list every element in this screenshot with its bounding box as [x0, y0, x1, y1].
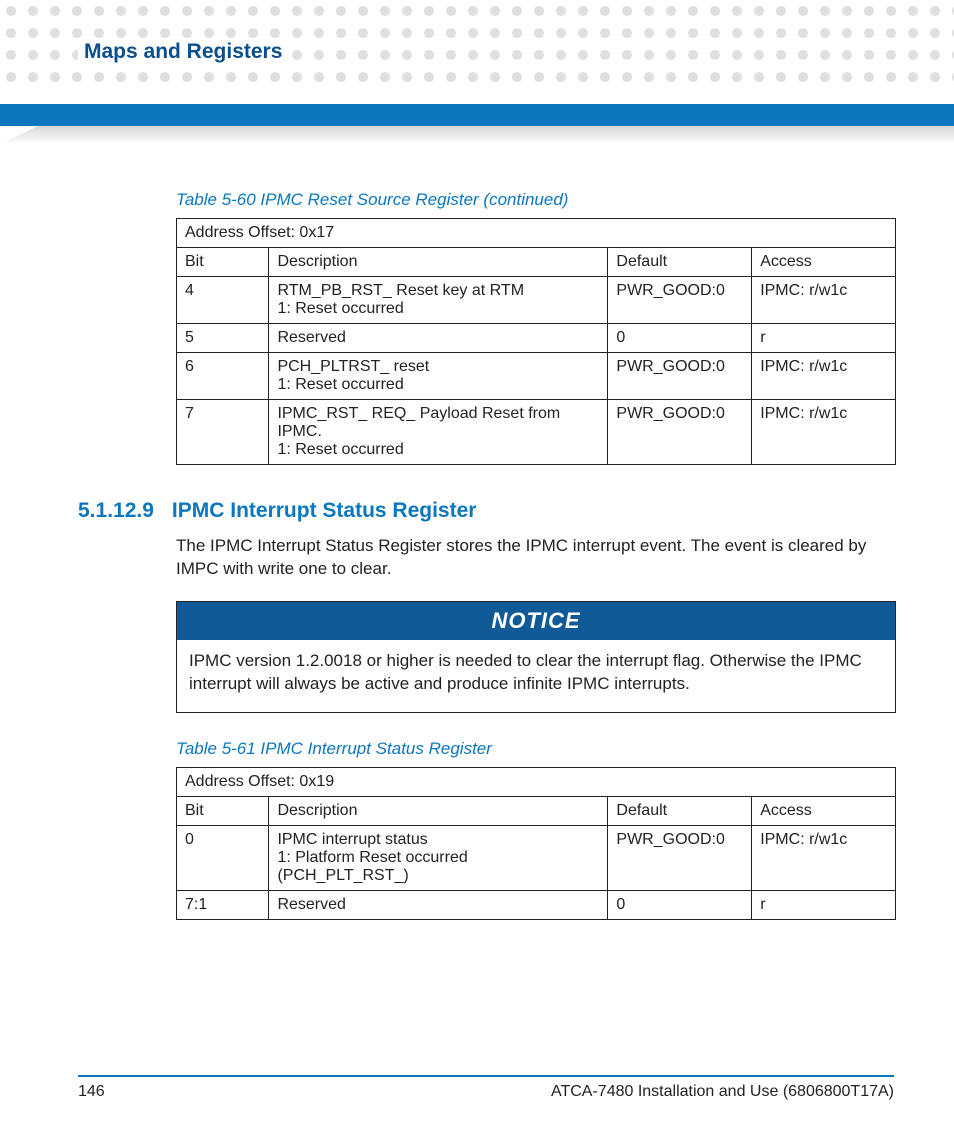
table1-col-acc: Access [752, 248, 896, 277]
section-paragraph: The IPMC Interrupt Status Register store… [176, 535, 894, 581]
table-row: 7 IPMC_RST_ REQ_ Payload Reset from IPMC… [177, 400, 896, 465]
table2-col-def: Default [608, 796, 752, 825]
table1-offset: Address Offset: 0x17 [177, 219, 896, 248]
table2-offset: Address Offset: 0x19 [177, 767, 896, 796]
table2-col-bit: Bit [177, 796, 269, 825]
notice-label: NOTICE [177, 602, 895, 640]
notice-box: NOTICE IPMC version 1.2.0018 or higher i… [176, 601, 896, 713]
table2-col-desc: Description [269, 796, 608, 825]
footer-rule [78, 1075, 894, 1077]
page-number: 146 [78, 1083, 105, 1101]
doc-id: ATCA-7480 Installation and Use (6806800T… [551, 1083, 894, 1101]
header-blue-bar [0, 104, 954, 126]
notice-body: IPMC version 1.2.0018 or higher is neede… [177, 640, 895, 712]
table2-col-acc: Access [752, 796, 896, 825]
page-footer: 146 ATCA-7480 Installation and Use (6806… [78, 1075, 894, 1101]
table1-col-def: Default [608, 248, 752, 277]
table-row: 6 PCH_PLTRST_ reset1: Reset occurred PWR… [177, 353, 896, 400]
table1-col-desc: Description [269, 248, 608, 277]
table-row: 4 RTM_PB_RST_ Reset key at RTM1: Reset o… [177, 277, 896, 324]
section-heading: 5.1.12.9 IPMC Interrupt Status Register [78, 499, 894, 523]
table-row: 7:1 Reserved 0 r [177, 890, 896, 919]
table2: Address Offset: 0x19 Bit Description Def… [176, 767, 896, 920]
section-title: IPMC Interrupt Status Register [172, 499, 477, 523]
table1: Address Offset: 0x17 Bit Description Def… [176, 218, 896, 465]
chapter-title: Maps and Registers [78, 40, 288, 64]
table2-caption: Table 5-61 IPMC Interrupt Status Registe… [176, 739, 894, 759]
table-row: 5 Reserved 0 r [177, 324, 896, 353]
table1-col-bit: Bit [177, 248, 269, 277]
section-number: 5.1.12.9 [78, 499, 154, 523]
header-shadow [0, 126, 954, 144]
page-content: Table 5-60 IPMC Reset Source Register (c… [78, 190, 894, 920]
table1-caption: Table 5-60 IPMC Reset Source Register (c… [176, 190, 894, 210]
table-row: 0 IPMC interrupt status1: Platform Reset… [177, 825, 896, 890]
